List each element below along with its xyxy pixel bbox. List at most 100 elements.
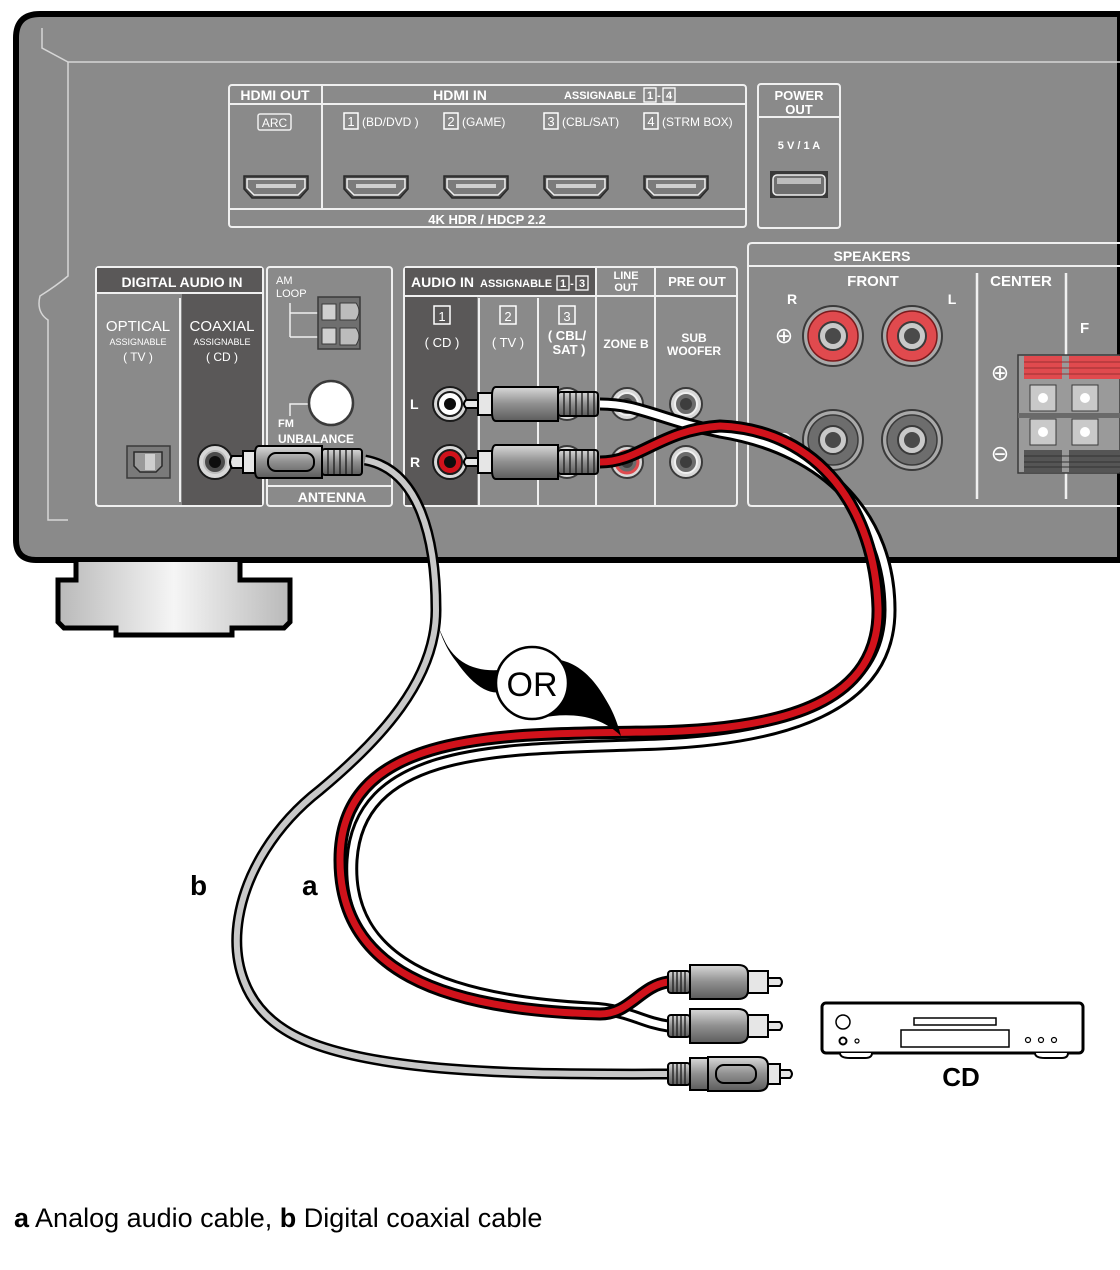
center-title: CENTER: [990, 273, 1052, 290]
figure-caption: a Analog audio cable, b Digital coaxial …: [14, 1203, 542, 1234]
receiver-foot: [55, 562, 293, 638]
power-out-rating: 5 V / 1 A: [778, 140, 820, 152]
subwoofer-jack-2: [669, 445, 703, 479]
connection-diagram: HDMI OUT ARC HDMI IN ASSIGNABLE 1 - 4 1 (…: [13, 11, 1120, 1092]
audio-in-3-number: 3: [563, 309, 570, 324]
audio-in-title: AUDIO IN: [411, 274, 474, 290]
channel-right-label: R: [410, 454, 420, 470]
caption-a-key: a: [14, 1203, 30, 1233]
cd-display-icon: [913, 1017, 997, 1026]
front-left-plus-post: [881, 305, 943, 367]
hdmi-in-1-label: (BD/DVD ): [362, 115, 419, 129]
front-right-label: R: [787, 291, 797, 307]
caption-a-text: Analog audio cable,: [29, 1203, 280, 1233]
audio-in-range-start: 1: [560, 278, 566, 290]
antenna-footer: ANTENNA: [298, 489, 366, 505]
center-minus-symbol: ⊖: [991, 441, 1009, 466]
or-callout-text: OR: [507, 666, 558, 704]
digital-audio-in-title: DIGITAL AUDIO IN: [121, 274, 242, 290]
fm-label: FM: [278, 418, 294, 430]
hdmi-in-range-end: 4: [666, 90, 673, 102]
audio-in-assignable-label: ASSIGNABLE: [480, 278, 552, 290]
hdmi-in-range-start: 1: [647, 90, 653, 102]
audio-in-1-number: 1: [438, 309, 445, 324]
hdmi-in-assignable-label: ASSIGNABLE: [564, 90, 636, 102]
caption-b-text: Digital coaxial cable: [296, 1203, 543, 1233]
coaxial-assignable: ASSIGNABLE: [193, 337, 250, 347]
front-left-minus-post: [881, 409, 943, 471]
front-plus-symbol: ⊕: [775, 323, 793, 348]
arc-badge: ARC: [262, 116, 288, 130]
coaxial-label: COAXIAL: [189, 318, 254, 335]
range-dash: -: [570, 278, 574, 290]
hdmi-in-1-port: [343, 175, 409, 199]
hdmi-in-2-port: [443, 175, 509, 199]
cd-power-knob-icon: [835, 1014, 851, 1030]
front-left-label: L: [948, 291, 957, 307]
am-loop-label-line2: LOOP: [276, 288, 307, 300]
optical-source: ( TV ): [123, 350, 153, 364]
subwoofer-label-line2: WOOFER: [667, 344, 721, 358]
center-plus-symbol: ⊕: [991, 360, 1009, 385]
analog-plug-left-at-receiver: [463, 386, 599, 422]
fm-unbalance-label: UNBALANCE: [278, 432, 354, 446]
coaxial-plug-at-receiver: [229, 445, 363, 479]
hdmi-in-title: HDMI IN: [433, 87, 487, 103]
analog-plug-red-at-cd: [667, 964, 783, 1000]
caption-b-key: b: [279, 1203, 297, 1233]
optical-assignable: ASSIGNABLE: [109, 337, 166, 347]
center-speaker-terminal: [1017, 354, 1120, 474]
audio-in-1-left-jack: [432, 386, 468, 422]
line-out-title-line2: OUT: [614, 282, 638, 294]
audio-in-1-label: ( CD ): [425, 335, 460, 350]
channel-left-label: L: [410, 396, 419, 412]
hdmi-in-2-number: 2: [447, 114, 454, 129]
coaxial-jack: [197, 444, 233, 480]
audio-in-2-number: 2: [504, 309, 511, 324]
hdmi-in-1-number: 1: [347, 114, 354, 129]
audio-in-3-label-line2: SAT ): [553, 342, 586, 357]
hdmi-in-3-label: (CBL/SAT): [562, 115, 619, 129]
cd-player: [820, 1001, 1085, 1059]
zone-b-label: ZONE B: [603, 337, 649, 351]
coaxial-plug-at-cd: [667, 1056, 793, 1092]
analog-plug-right-at-receiver: [463, 444, 599, 480]
hdmi-in-2-label: (GAME): [462, 115, 505, 129]
hdmi-footer: 4K HDR / HDCP 2.2: [428, 212, 546, 227]
optical-port: [126, 445, 171, 479]
coaxial-source: ( CD ): [206, 350, 238, 364]
subwoofer-label-line1: SUB: [681, 331, 707, 345]
am-loop-label-line1: AM: [276, 275, 293, 287]
or-callout: OR: [439, 628, 621, 736]
power-out-title-line2: OUT: [785, 102, 813, 117]
front-right-plus-post: [802, 305, 864, 367]
hdmi-out-port: [243, 175, 309, 199]
fm-antenna-jack: [307, 379, 355, 427]
hdmi-out-title: HDMI OUT: [240, 87, 310, 103]
hdmi-in-3-number: 3: [547, 114, 554, 129]
range-dash: -: [657, 90, 661, 102]
audio-in-3-label-line1: ( CBL/: [548, 328, 587, 343]
speakers-title: SPEAKERS: [833, 248, 910, 264]
analog-plug-white-at-cd: [667, 1008, 783, 1044]
hdmi-in-4-port: [643, 175, 709, 199]
next-speaker-section-initial: F: [1080, 320, 1089, 337]
hdmi-in-3-port: [543, 175, 609, 199]
audio-in-range-end: 3: [579, 278, 585, 290]
cd-device-label: CD: [942, 1062, 980, 1092]
hdmi-in-4-number: 4: [647, 114, 654, 129]
am-loop-terminal: [317, 296, 361, 350]
audio-in-1-right-jack: [432, 444, 468, 480]
optical-label: OPTICAL: [106, 318, 170, 335]
cable-a-label: a: [302, 870, 318, 901]
front-title: FRONT: [847, 273, 899, 290]
usb-port: [770, 171, 828, 198]
power-out-title-line1: POWER: [774, 88, 824, 103]
line-out-title-line1: LINE: [613, 270, 638, 282]
hdmi-in-4-label: (STRM BOX): [662, 115, 733, 129]
cable-b-label: b: [190, 870, 207, 901]
pre-out-title: PRE OUT: [668, 274, 726, 289]
digital-audio-in-section: DIGITAL AUDIO IN OPTICAL ASSIGNABLE ( TV…: [95, 266, 264, 507]
cd-disc-tray-icon: [900, 1029, 1010, 1048]
audio-in-2-label: ( TV ): [492, 335, 524, 350]
